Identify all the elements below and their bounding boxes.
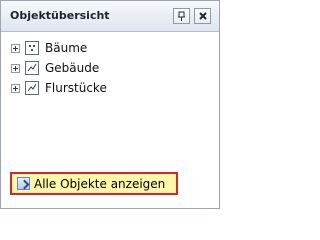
tree-item-gebaeude[interactable]: Gebäude [11,59,107,77]
building-icon [25,61,39,75]
object-tree: Bäume Gebäude Flurstücke [11,39,107,99]
tree-item-label: Gebäude [45,61,100,75]
tree-item-baeume[interactable]: Bäume [11,39,107,57]
parcel-icon [25,81,39,95]
show-all-icon [17,177,30,190]
expand-icon[interactable] [11,43,20,53]
pin-icon [178,11,185,21]
tree-item-label: Flurstücke [45,81,107,95]
panel-header: Objektübersicht [1,1,219,32]
object-overview-panel: Objektübersicht Bäume Gebäude Flurstücke… [0,0,220,209]
expand-icon[interactable] [11,83,20,93]
pin-button[interactable] [173,8,190,24]
close-icon [198,12,207,20]
show-all-objects-button[interactable]: Alle Objekte anzeigen [10,172,178,195]
close-button[interactable] [194,8,211,24]
tree-item-label: Bäume [45,41,88,55]
show-all-label: Alle Objekte anzeigen [34,176,166,191]
expand-icon[interactable] [11,63,20,73]
panel-title: Objektübersicht [10,9,110,22]
tree-points-icon [25,41,39,55]
tree-item-flurstuecke[interactable]: Flurstücke [11,79,107,97]
